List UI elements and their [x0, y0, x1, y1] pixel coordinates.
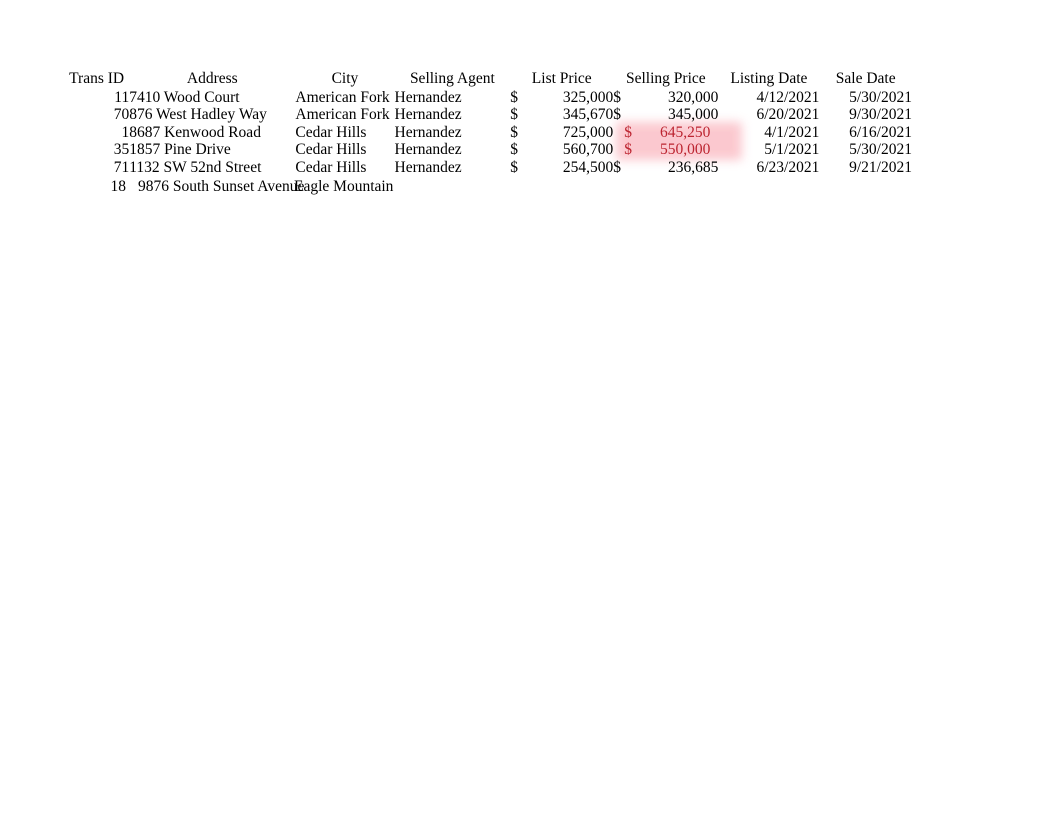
bottom-fade-overlay [0, 232, 1062, 302]
cell-selling-price[interactable]: 550,000 [636, 141, 718, 159]
cell-sale-date[interactable]: 9/21/2021 [819, 159, 912, 177]
cell-list-price[interactable]: 725,000 [533, 124, 613, 142]
cell-trans-id[interactable]: 1 [64, 124, 129, 142]
faded-table-row: 18 9876 South Sunset Avenue Eagle Mountain [64, 178, 916, 196]
faded-cell-address: 9876 South Sunset Avenue [138, 178, 305, 195]
cell-selling-agent[interactable]: Hernandez [395, 89, 511, 107]
cell-address[interactable]: 876 West Hadley Way [129, 106, 295, 124]
cell-list-price-currency-symbol[interactable]: $ [510, 141, 533, 159]
column-header-address[interactable]: Address [129, 70, 295, 89]
table-row[interactable]: 1 8687 Kenwood Road Cedar Hills Hernandez $7… [64, 124, 912, 142]
cell-sale-date[interactable]: 5/30/2021 [819, 141, 912, 159]
cell-list-price-currency-symbol[interactable]: $ [510, 89, 533, 107]
cell-selling-price-currency-symbol[interactable]: $ [613, 141, 636, 159]
cell-list-price[interactable]: 254,500 [533, 159, 613, 177]
cell-address[interactable]: 7410 Wood Court [129, 89, 295, 107]
table-row[interactable]: 35 1857 Pine Drive Cedar Hills Hernandez $56… [64, 141, 912, 159]
cell-selling-price-currency-symbol[interactable]: $ [613, 159, 636, 177]
cell-selling-price[interactable]: 320,000 [636, 89, 718, 107]
right-fade-overlay [906, 178, 966, 298]
cell-trans-id[interactable]: 11 [64, 89, 129, 107]
faded-table-row [64, 213, 916, 231]
column-header-listing-date[interactable]: Listing Date [718, 70, 819, 89]
cell-city[interactable]: American Fork [295, 106, 394, 124]
faded-cell-city: Eagle Mountain [294, 178, 394, 195]
cell-list-price-currency-symbol[interactable]: $ [510, 124, 533, 142]
cell-listing-date[interactable]: 4/12/2021 [718, 89, 820, 107]
column-header-city[interactable]: City [295, 70, 394, 89]
cell-selling-price-currency-symbol[interactable]: $ [613, 89, 636, 107]
cell-selling-agent[interactable]: Hernandez [395, 141, 511, 159]
cell-listing-date[interactable]: 6/20/2021 [718, 106, 820, 124]
cell-selling-price-currency-symbol[interactable]: $ [613, 106, 636, 124]
cell-trans-id[interactable]: 70 [64, 106, 130, 124]
cell-selling-price[interactable]: 645,250 [636, 124, 718, 142]
cell-address[interactable]: 8687 Kenwood Road [129, 124, 295, 142]
cell-address[interactable]: 1132 SW 52nd Street [129, 159, 295, 177]
cell-city[interactable]: Cedar Hills [295, 159, 394, 177]
faded-table-row [64, 248, 916, 266]
cell-selling-price[interactable]: 236,685 [636, 159, 718, 177]
cell-trans-id[interactable]: 71 [64, 159, 130, 177]
faded-table-row [64, 196, 916, 214]
cell-list-price-currency-symbol[interactable]: $ [510, 106, 533, 124]
cell-sale-date[interactable]: 6/16/2021 [819, 124, 912, 142]
cell-selling-agent[interactable]: Hernandez [395, 124, 511, 142]
table-row[interactable]: 71 1132 SW 52nd Street Cedar Hills Hernande… [64, 159, 912, 177]
cell-selling-agent[interactable]: Hernandez [395, 106, 511, 124]
cell-city[interactable]: American Fork [295, 89, 394, 107]
column-header-selling-price[interactable]: Selling Price [613, 70, 718, 89]
cell-selling-price-currency-symbol[interactable]: $ [613, 124, 636, 142]
cell-list-price[interactable]: 325,000 [533, 89, 613, 107]
column-header-selling-agent[interactable]: Selling Agent [395, 70, 511, 89]
transactions-table: Trans ID Address City Selling Agent List… [64, 70, 912, 176]
column-header-sale-date[interactable]: Sale Date [819, 70, 912, 89]
cell-listing-date[interactable]: 6/23/2021 [718, 159, 820, 177]
cell-list-price[interactable]: 345,670 [533, 106, 613, 124]
cell-address[interactable]: 1857 Pine Drive [129, 141, 295, 159]
faded-cell-trans-id: 18 [110, 178, 127, 195]
table-row[interactable]: 11 7410 Wood Court American Fork Hernandez $… [64, 89, 912, 107]
cell-trans-id[interactable]: 35 [64, 141, 130, 159]
faded-table-row [64, 231, 916, 249]
cell-list-price-currency-symbol[interactable]: $ [510, 159, 533, 177]
table-row[interactable]: 70 876 West Hadley Way American Fork Hernan… [64, 106, 912, 124]
cell-city[interactable]: Cedar Hills [295, 124, 394, 142]
column-header-list-price[interactable]: List Price [510, 70, 613, 89]
faded-table-row [64, 266, 916, 284]
table-header-row: Trans ID Address City Selling Agent List… [64, 70, 912, 89]
cell-listing-date[interactable]: 5/1/2021 [718, 141, 819, 159]
cell-listing-date[interactable]: 4/1/2021 [718, 124, 819, 142]
cell-sale-date[interactable]: 5/30/2021 [819, 89, 912, 107]
overflow-faded-rows: 18 9876 South Sunset Avenue Eagle Mountain [64, 178, 916, 290]
spreadsheet-sheet: Trans ID Address City Selling Agent List… [0, 0, 1062, 822]
cell-selling-agent[interactable]: Hernandez [395, 159, 511, 177]
cell-city[interactable]: Cedar Hills [295, 141, 394, 159]
cell-selling-price[interactable]: 345,000 [636, 106, 718, 124]
cell-list-price[interactable]: 560,700 [533, 141, 613, 159]
column-header-trans-id[interactable]: Trans ID [64, 70, 129, 89]
cell-sale-date[interactable]: 9/30/2021 [819, 106, 912, 124]
